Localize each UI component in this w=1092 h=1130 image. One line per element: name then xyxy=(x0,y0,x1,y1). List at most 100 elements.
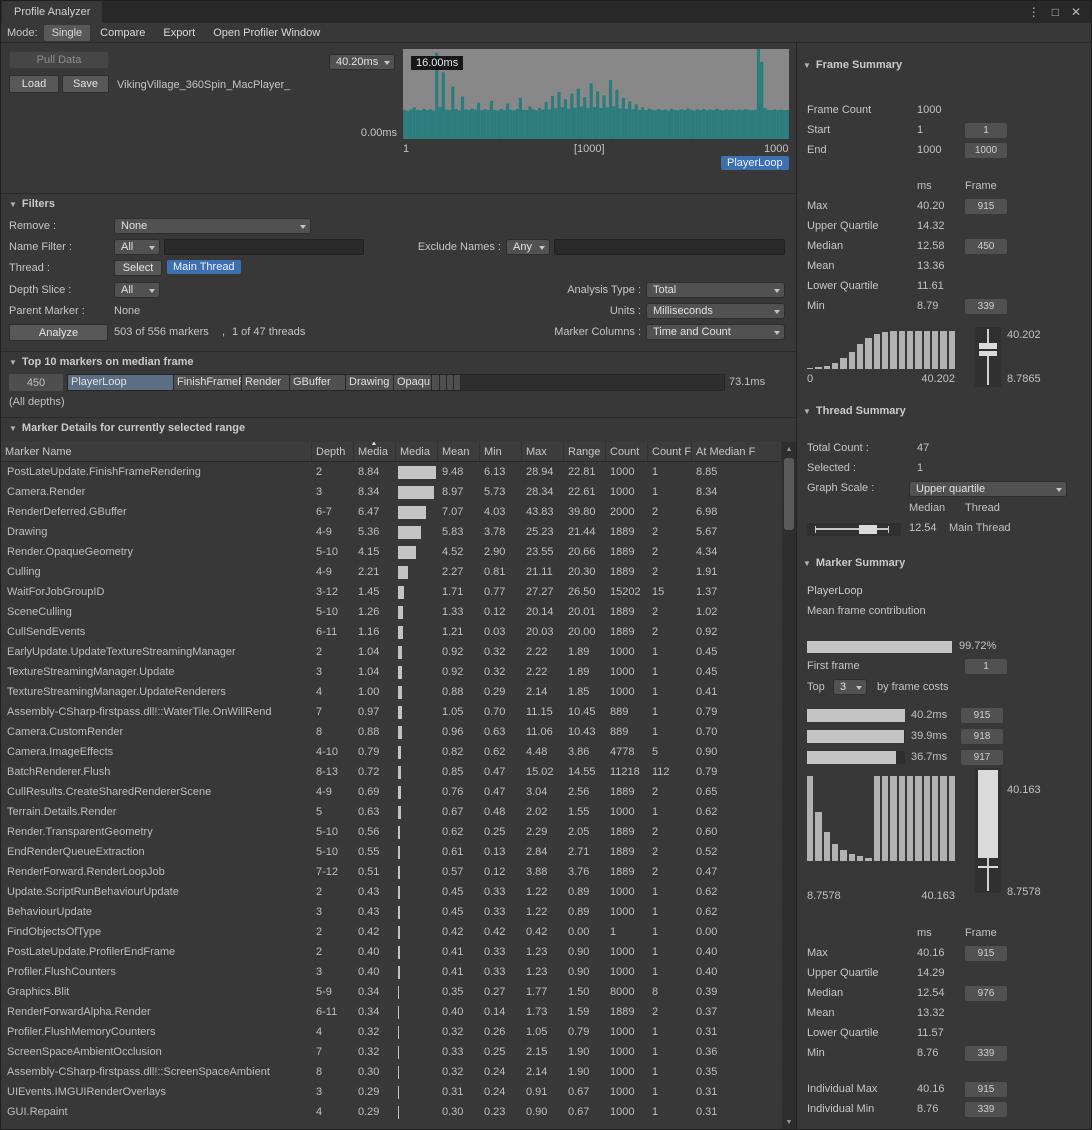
marker-row[interactable]: UIEvents.IMGUIRenderOverlays30.290.310.2… xyxy=(1,1082,782,1102)
top-n-dropdown[interactable]: 3 xyxy=(833,679,867,695)
column-header-mean[interactable]: Mean xyxy=(438,442,480,461)
thread-select-button[interactable]: Select xyxy=(114,260,162,276)
column-header-depth[interactable]: Depth xyxy=(312,442,354,461)
marker-row[interactable]: Assembly-CSharp-firstpass.dll!::WaterTil… xyxy=(1,702,782,722)
top10-segment[interactable]: PlayerLoop xyxy=(68,375,174,390)
marker-row[interactable]: Camera.CustomRender80.880.960.6311.0610.… xyxy=(1,722,782,742)
marker-row[interactable]: Assembly-CSharp-firstpass.dll!::ScreenSp… xyxy=(1,1062,782,1082)
marker-row[interactable]: RenderForward.RenderLoopJob7-120.510.570… xyxy=(1,862,782,882)
menu-item-single[interactable]: Single xyxy=(44,25,91,41)
chart-scale-dropdown[interactable]: 40.20ms xyxy=(329,54,395,70)
marker-row[interactable]: Drawing4-95.365.833.7825.2321.44188925.6… xyxy=(1,522,782,542)
marker-row[interactable]: EarlyUpdate.UpdateTextureStreamingManage… xyxy=(1,642,782,662)
marker-row[interactable]: TextureStreamingManager.UpdateRenderers4… xyxy=(1,682,782,702)
scroll-down-icon[interactable]: ▼ xyxy=(782,1115,796,1129)
maximize-icon[interactable]: □ xyxy=(1052,5,1059,19)
graph-scale-dropdown[interactable]: Upper quartile xyxy=(909,481,1067,497)
units-dropdown[interactable]: Milliseconds xyxy=(646,303,785,319)
top10-header[interactable]: ▼ Top 10 markers on median frame xyxy=(9,356,194,368)
column-header-range[interactable]: Range xyxy=(564,442,606,461)
marker-row[interactable]: BehaviourUpdate30.430.450.331.220.891000… xyxy=(1,902,782,922)
marker-row[interactable]: Culling4-92.212.270.8121.1120.30188921.9… xyxy=(1,562,782,582)
frame-summary-header[interactable]: ▼ Frame Summary xyxy=(797,53,1091,77)
column-header-at-median-f[interactable]: At Median F xyxy=(692,442,782,461)
marker-row[interactable]: BatchRenderer.Flush8-130.720.850.4715.02… xyxy=(1,762,782,782)
analysis-type-dropdown[interactable]: Total xyxy=(646,282,785,298)
marker-row[interactable]: SceneCulling5-101.261.330.1220.1420.0118… xyxy=(1,602,782,622)
marker-columns-dropdown[interactable]: Time and Count xyxy=(646,324,785,340)
marker-summary-header[interactable]: ▼ Marker Summary xyxy=(797,551,1091,575)
frame-index-box[interactable]: 915 xyxy=(961,708,1003,723)
thread-summary-header[interactable]: ▼ Thread Summary xyxy=(797,399,1091,423)
top10-segment[interactable] xyxy=(432,375,440,390)
median-frame-box[interactable]: 450 xyxy=(9,374,63,391)
column-header-media[interactable]: Media xyxy=(396,442,438,461)
exclude-mode-dropdown[interactable]: Any xyxy=(506,239,550,255)
frame-index-box[interactable]: 1000 xyxy=(965,143,1007,158)
marker-row[interactable]: EndRenderQueueExtraction5-100.550.610.13… xyxy=(1,842,782,862)
marker-row[interactable]: Render.TransparentGeometry5-100.560.620.… xyxy=(1,822,782,842)
analyze-button[interactable]: Analyze xyxy=(9,324,108,341)
scroll-up-icon[interactable]: ▲ xyxy=(782,442,796,456)
marker-row[interactable]: RenderDeferred.GBuffer6-76.477.074.0343.… xyxy=(1,502,782,522)
column-header-max[interactable]: Max xyxy=(522,442,564,461)
top10-segment[interactable]: Opaqu xyxy=(394,375,432,390)
first-frame-box[interactable]: 1 xyxy=(965,659,1007,674)
marker-row[interactable]: CullSendEvents6-111.161.210.0320.0320.00… xyxy=(1,622,782,642)
table-scrollbar[interactable]: ▲ ▼ xyxy=(782,442,796,1129)
scrollbar-thumb[interactable] xyxy=(784,458,794,530)
menu-item-compare[interactable]: Compare xyxy=(92,25,153,41)
frame-index-box[interactable]: 918 xyxy=(961,729,1003,744)
marker-row[interactable]: Camera.ImageEffects4-100.790.820.624.483… xyxy=(1,742,782,762)
exclude-names-input[interactable] xyxy=(554,239,785,255)
column-header-marker-name[interactable]: Marker Name xyxy=(1,442,312,461)
marker-row[interactable]: Terrain.Details.Render50.630.670.482.021… xyxy=(1,802,782,822)
frame-summary-histogram[interactable] xyxy=(807,331,955,369)
frame-index-box[interactable]: 915 xyxy=(965,199,1007,214)
tab-profile-analyzer[interactable]: Profile Analyzer xyxy=(2,1,102,23)
frame-index-box[interactable]: 915 xyxy=(965,1082,1007,1097)
marker-summary-histogram[interactable] xyxy=(807,776,955,861)
frame-index-box[interactable]: 915 xyxy=(965,946,1007,961)
thread-row[interactable]: 12.54 Main Thread xyxy=(797,519,1091,539)
frame-index-box[interactable]: 339 xyxy=(965,299,1007,314)
column-header-media[interactable]: Media▲ xyxy=(354,442,396,461)
pull-data-button[interactable]: Pull Data xyxy=(9,51,109,69)
top10-segment[interactable]: Render xyxy=(242,375,290,390)
top10-segment[interactable]: FinishFrameR xyxy=(174,375,242,390)
marker-row[interactable]: Render.OpaqueGeometry5-104.154.522.9023.… xyxy=(1,542,782,562)
marker-row[interactable]: CullResults.CreateSharedRendererScene4-9… xyxy=(1,782,782,802)
frame-time-chart[interactable]: 16.00ms xyxy=(403,49,789,139)
marker-row[interactable]: PostLateUpdate.FinishFrameRendering28.84… xyxy=(1,462,782,482)
name-filter-mode-dropdown[interactable]: All xyxy=(114,239,160,255)
selected-marker-tag[interactable]: PlayerLoop xyxy=(721,156,789,170)
marker-row[interactable]: Update.ScriptRunBehaviourUpdate20.430.45… xyxy=(1,882,782,902)
menu-item-export[interactable]: Export xyxy=(155,25,203,41)
column-header-count-fra[interactable]: Count Fra xyxy=(648,442,692,461)
frame-index-box[interactable]: 1 xyxy=(965,123,1007,138)
filters-header[interactable]: ▼ Filters xyxy=(9,198,55,210)
marker-row[interactable]: Graphics.Blit5-90.340.350.271.771.508000… xyxy=(1,982,782,1002)
frame-index-box[interactable]: 450 xyxy=(965,239,1007,254)
marker-row[interactable]: Camera.Render38.348.975.7328.3422.611000… xyxy=(1,482,782,502)
depth-slice-dropdown[interactable]: All xyxy=(114,282,160,298)
marker-row[interactable]: PostLateUpdate.ProfilerEndFrame20.400.41… xyxy=(1,942,782,962)
marker-row[interactable]: GUI.Repaint40.290.300.230.900.67100010.3… xyxy=(1,1102,782,1122)
top10-segment[interactable] xyxy=(454,375,461,390)
top10-segment[interactable]: GBuffer xyxy=(290,375,346,390)
top10-segment[interactable]: Drawing xyxy=(346,375,394,390)
marker-row[interactable]: Profiler.FlushMemoryCounters40.320.320.2… xyxy=(1,1022,782,1042)
marker-row[interactable]: TextureStreamingManager.Update31.040.920… xyxy=(1,662,782,682)
frame-index-box[interactable]: 339 xyxy=(965,1046,1007,1061)
top10-segment[interactable] xyxy=(440,375,447,390)
remove-filter-dropdown[interactable]: None xyxy=(114,218,311,234)
marker-row[interactable]: Profiler.FlushCounters30.400.410.331.230… xyxy=(1,962,782,982)
thread-filter-tag[interactable]: Main Thread xyxy=(167,260,241,274)
marker-row[interactable]: RenderForwardAlpha.Render6-110.340.400.1… xyxy=(1,1002,782,1022)
frame-index-box[interactable]: 917 xyxy=(961,750,1003,765)
column-header-count[interactable]: Count xyxy=(606,442,648,461)
marker-details-header[interactable]: ▼ Marker Details for currently selected … xyxy=(9,422,245,434)
marker-row[interactable]: ScreenSpaceAmbientOcclusion70.320.330.25… xyxy=(1,1042,782,1062)
kebab-menu-icon[interactable]: ⋮ xyxy=(1028,5,1040,19)
frame-index-box[interactable]: 976 xyxy=(965,986,1007,1001)
